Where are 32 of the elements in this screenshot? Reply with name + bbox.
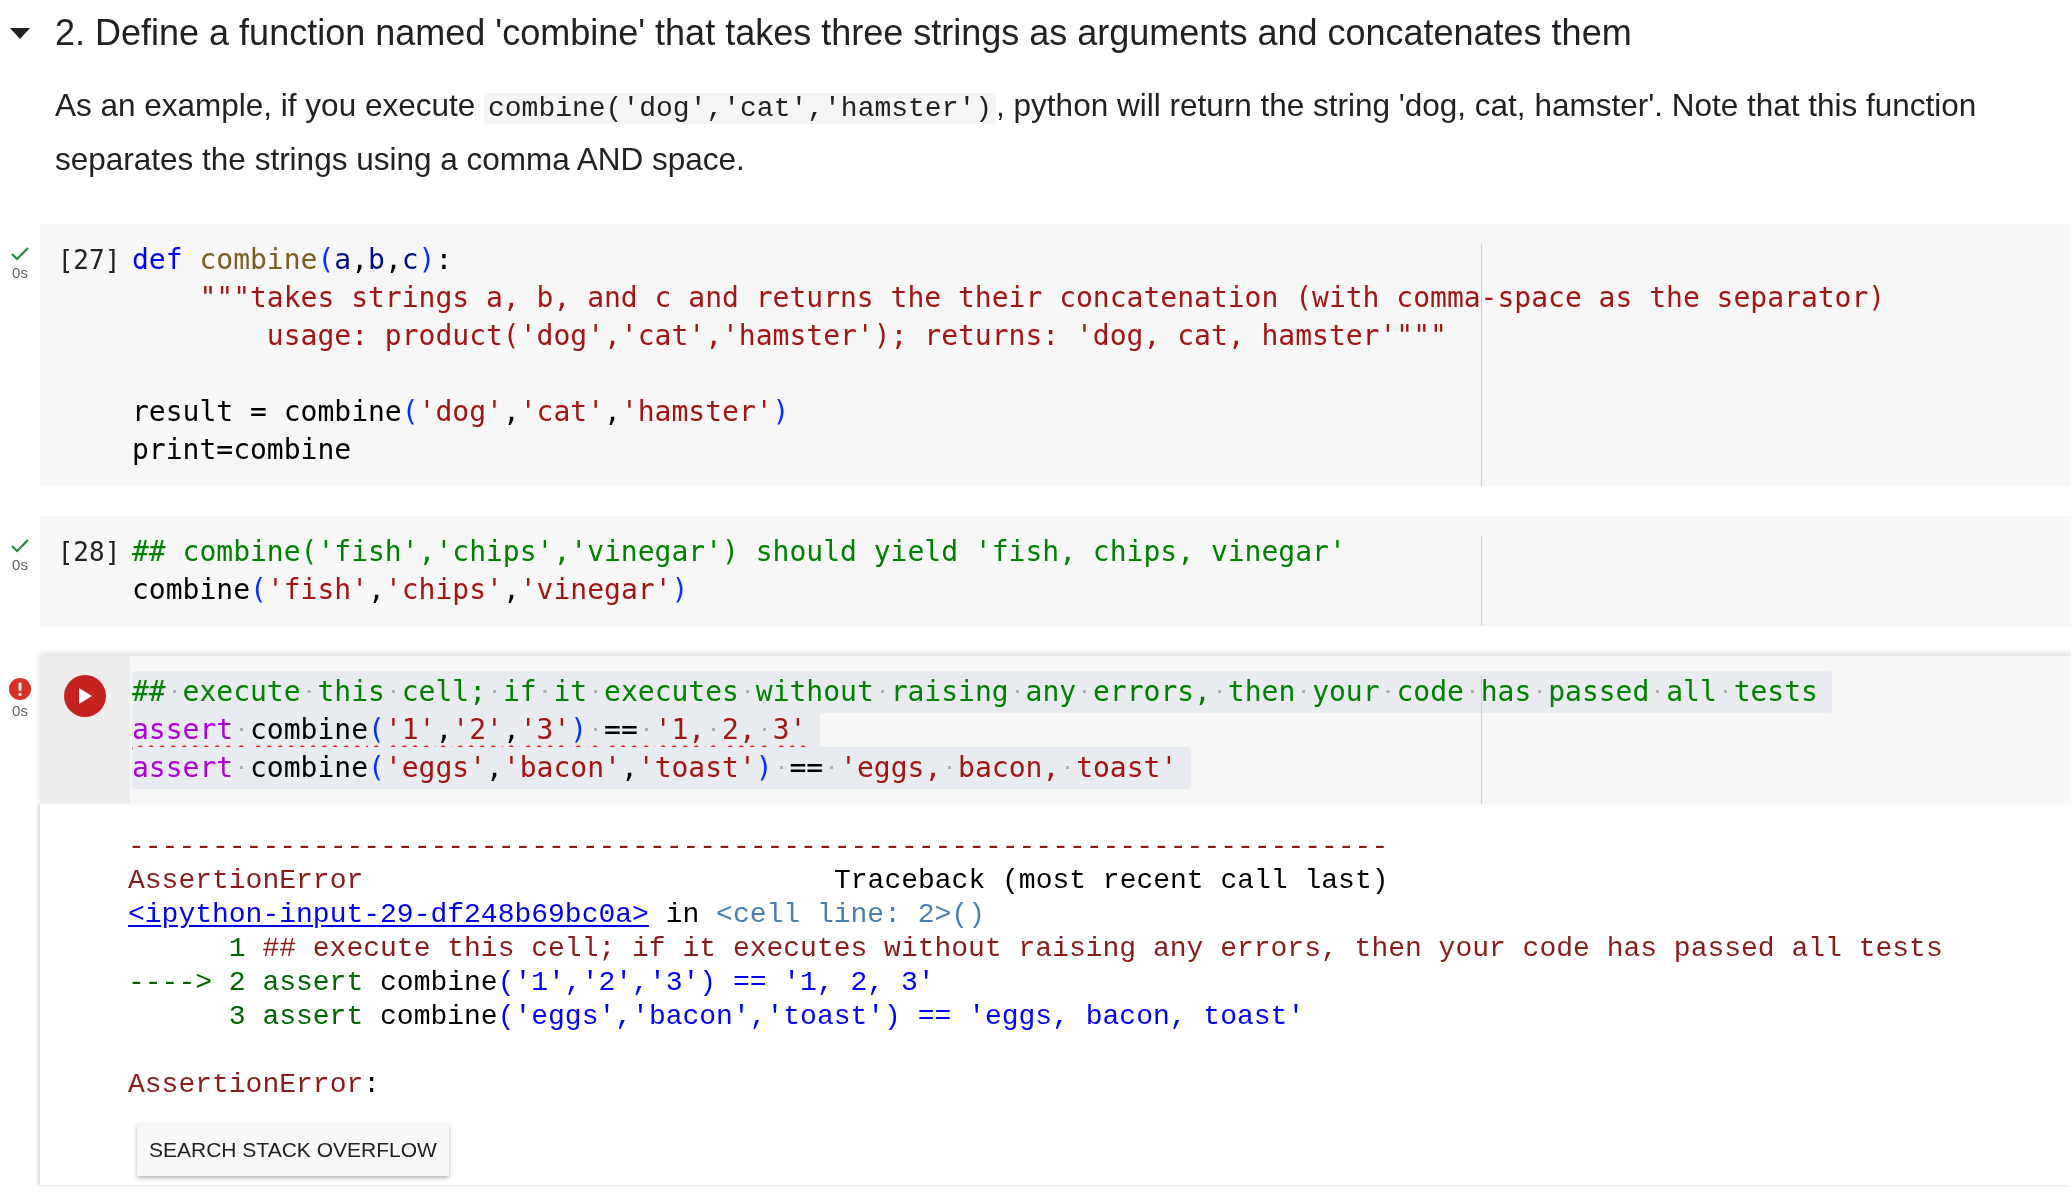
error-message: AssertionError:	[128, 1068, 381, 1102]
play-icon	[78, 688, 92, 704]
cell-location: <cell line: 2>()	[716, 898, 985, 932]
line-number: 3	[228, 1000, 246, 1034]
source-line: assert combine('1','2','3') == '1, 2, 3'	[262, 966, 935, 1000]
execution-count: [28]	[56, 536, 121, 569]
source-line: assert combine('eggs','bacon','toast') == 'eggs, bacon, toast'	[262, 1000, 1305, 1034]
execution-time: 0s	[12, 556, 28, 574]
code-line: """takes strings a, b, and c and returns the their concatenation (with comma-space as the separator)	[198, 280, 1886, 316]
inline-code: combine('dog','cat','hamster')	[484, 93, 997, 124]
execution-count: [27]	[56, 244, 121, 277]
run-button[interactable]	[64, 675, 106, 717]
code-line: result = combine('dog','cat','hamster')	[132, 394, 790, 430]
code-line: def combine(a,b,c):	[132, 242, 453, 278]
code-cell[interactable]: [28] ## combine('fish','chips','vinegar') should yield 'fish, chips, vinegar' combine('fish','chips','vinegar')	[40, 516, 2071, 626]
code-line: combine('fish','chips','vinegar')	[132, 572, 689, 608]
code-line: ## combine('fish','chips','vinegar') should yield 'fish, chips, vinegar'	[132, 534, 1346, 570]
traceback-rule: ---------------------------------------------------------------------------	[128, 830, 1389, 864]
section-heading: 2. Define a function named 'combine' that takes three strings as arguments and concatenates them	[55, 11, 1632, 55]
code-cell[interactable]	[40, 224, 2071, 486]
line-number: 2	[228, 966, 246, 1000]
description-paragraph: As an example, if you execute combine('dog','cat','hamster'), python will return the string 'dog, cat, hamster'. Note that this function separates the strings using a comma AND space.	[55, 86, 1978, 179]
execution-time: 0s	[12, 702, 28, 720]
code-cell[interactable]	[40, 656, 2071, 804]
traceback-title: Traceback (most recent call last)	[834, 864, 1389, 898]
search-stack-overflow-button[interactable]: SEARCH STACK OVERFLOW	[137, 1124, 449, 1176]
current-line-arrow: ---->	[128, 966, 212, 1000]
code-line: print=combine	[132, 432, 352, 468]
code-line: usage: product('dog','cat','hamster'); returns: 'dog, cat, hamster'"""	[265, 318, 1447, 354]
location-separator: in	[664, 898, 701, 932]
collapse-caret-icon[interactable]	[8, 26, 32, 40]
execution-time: 0s	[12, 264, 28, 282]
